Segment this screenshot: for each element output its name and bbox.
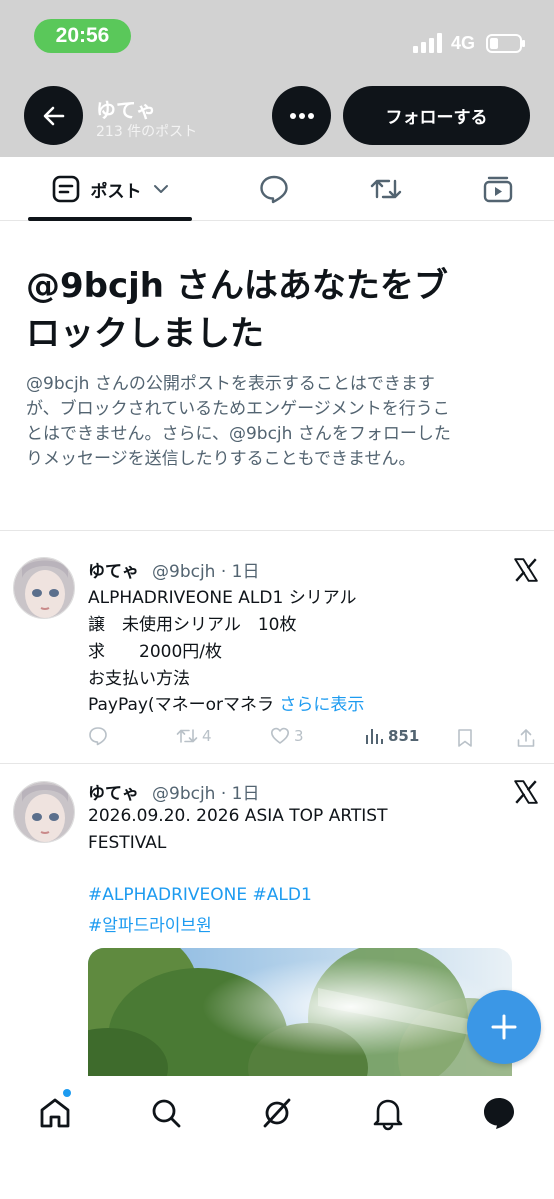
compose-button[interactable]	[467, 990, 541, 1064]
show-more-link[interactable]: さらに表示	[279, 695, 364, 715]
grok-icon[interactable]	[259, 1095, 295, 1131]
heart-icon	[271, 727, 289, 744]
search-icon[interactable]	[148, 1095, 184, 1131]
more-button[interactable]	[272, 86, 331, 145]
views-icon	[366, 729, 383, 744]
repost-count: 4	[202, 727, 212, 745]
divider	[0, 763, 554, 764]
media-icon[interactable]	[482, 173, 514, 205]
plus-icon	[491, 1014, 517, 1040]
more-icon	[289, 112, 314, 119]
home-icon[interactable]	[37, 1095, 73, 1131]
network-type: 4G	[451, 33, 476, 53]
home-notification-dot	[63, 1089, 71, 1097]
post-handle-time[interactable]: @9bcjh · 1日	[152, 779, 259, 804]
divider	[0, 530, 554, 531]
status-time: 20:56	[34, 19, 131, 53]
reply-icon	[89, 727, 107, 746]
block-notice-description: @9bcjh さんの公開ポストを表示することはできます が、ブロックされているた…	[26, 374, 451, 469]
messages-icon[interactable]	[481, 1095, 517, 1131]
header-post-count: 213 件のポスト	[96, 124, 198, 140]
share-icon[interactable]	[516, 728, 536, 748]
hashtag-link[interactable]: #ALPHADRIVEONE #ALD1	[88, 885, 312, 905]
post-icon	[52, 175, 79, 203]
x-logo-icon	[514, 558, 538, 582]
hashtag-link[interactable]: #알파드라이브원	[88, 911, 212, 936]
bookmark-icon[interactable]	[456, 728, 474, 748]
post-image[interactable]	[88, 948, 512, 1088]
post-author-name[interactable]: ゆてゃ	[88, 557, 139, 582]
x-logo-icon	[514, 780, 538, 804]
reply-button[interactable]	[88, 726, 108, 746]
block-notice-title: @9bcjh さんはあなたをブ ロックしました	[26, 266, 448, 354]
chevron-down-icon[interactable]	[152, 180, 170, 198]
post-text-line: 譲 未使用シリアル 10枚	[88, 615, 297, 635]
post-text-line: 2026.09.20. 2026 ASIA TOP ARTIST	[88, 806, 388, 826]
like-button[interactable]: 3	[270, 726, 304, 746]
header-name: ゆてゃ	[96, 98, 156, 122]
follow-button[interactable]: フォローする	[343, 86, 530, 145]
avatar[interactable]	[13, 557, 75, 619]
back-button[interactable]	[24, 86, 83, 145]
notifications-icon[interactable]	[370, 1095, 406, 1131]
signal-icon	[413, 33, 442, 53]
avatar[interactable]	[13, 781, 75, 843]
post-actions: 4 3 851	[88, 726, 538, 750]
tab-posts[interactable]: ポスト	[28, 157, 192, 221]
like-count: 3	[294, 727, 304, 745]
repost-icon	[176, 729, 198, 743]
active-tab-indicator	[28, 217, 192, 221]
battery-icon	[486, 34, 525, 53]
reply-icon[interactable]	[258, 173, 290, 205]
profile-banner: 20:56 4G ゆてゃ 213 件のポスト フォローする	[0, 0, 554, 157]
post-text-line: ALPHADRIVEONE ALD1 シリアル	[88, 588, 357, 608]
post-text-line: 求 2000円/枚	[88, 642, 222, 662]
tab-posts-label: ポスト	[90, 181, 142, 202]
profile-tabs: ポスト	[0, 157, 554, 221]
repost-button[interactable]: 4	[176, 726, 212, 746]
bottom-navigation	[0, 1076, 554, 1199]
post-text-line: FESTIVAL	[88, 833, 167, 853]
post-text-line: お支払い方法	[88, 669, 190, 689]
post-author-name[interactable]: ゆてゃ	[88, 779, 139, 804]
post-text-line: PayPay(マネーorマネラ さらに表示	[88, 695, 365, 715]
views-button[interactable]: 851	[364, 726, 419, 746]
back-arrow-icon	[43, 106, 64, 125]
post-handle-time[interactable]: @9bcjh · 1日	[152, 557, 259, 582]
view-count: 851	[388, 727, 420, 745]
repost-icon[interactable]	[370, 173, 402, 205]
